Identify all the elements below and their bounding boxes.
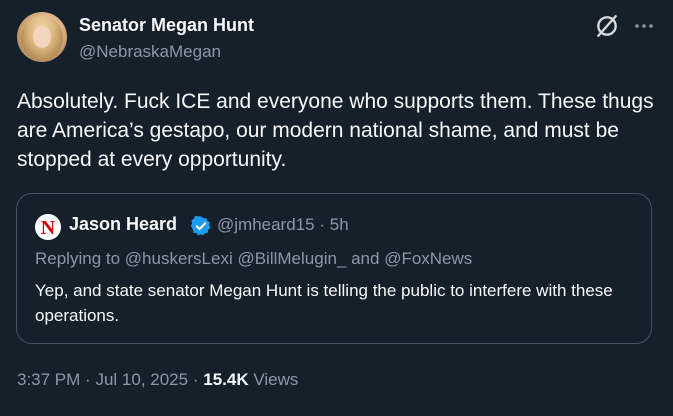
quoted-text: Yep, and state senator Megan Hunt is tel… xyxy=(35,281,613,325)
grok-icon[interactable] xyxy=(594,13,620,39)
quoted-replying-to: Replying to @huskersLexi @BillMelugin_ a… xyxy=(35,249,473,268)
quoted-age[interactable]: 5h xyxy=(330,215,349,234)
tweet-time[interactable]: 3:37 PM xyxy=(17,370,80,389)
more-icon[interactable] xyxy=(632,14,656,38)
views-label: Views xyxy=(253,370,299,389)
views-count[interactable]: 15.4K xyxy=(203,370,248,389)
author-handle[interactable]: @NebraskaMegan xyxy=(79,42,221,62)
quoted-tweet[interactable]: N Jason Heard @jmheard15 · 5h Replying t… xyxy=(16,193,652,344)
avatar[interactable] xyxy=(17,12,67,62)
author-name[interactable]: Senator Megan Hunt xyxy=(79,15,254,36)
footer-separator: · xyxy=(85,370,91,389)
quoted-meta: @jmheard15 · 5h xyxy=(217,215,349,235)
verified-icon xyxy=(190,216,211,236)
quoted-separator: · xyxy=(319,215,325,234)
tweet-footer: 3:37 PM · Jul 10, 2025 · 15.4K Views xyxy=(17,370,298,390)
quoted-handle[interactable]: @jmheard15 xyxy=(217,215,315,234)
tweet-text: Absolutely. Fuck ICE and everyone who su… xyxy=(17,90,654,171)
quoted-logo-letter: N xyxy=(41,217,56,239)
tweet-date[interactable]: Jul 10, 2025 xyxy=(95,370,188,389)
quoted-author-name[interactable]: Jason Heard xyxy=(69,214,177,235)
avatar-face xyxy=(33,26,51,48)
nebraska-n-icon: N xyxy=(35,214,61,240)
footer-separator: · xyxy=(192,370,199,389)
quoted-avatar-logo[interactable]: N xyxy=(35,214,61,240)
